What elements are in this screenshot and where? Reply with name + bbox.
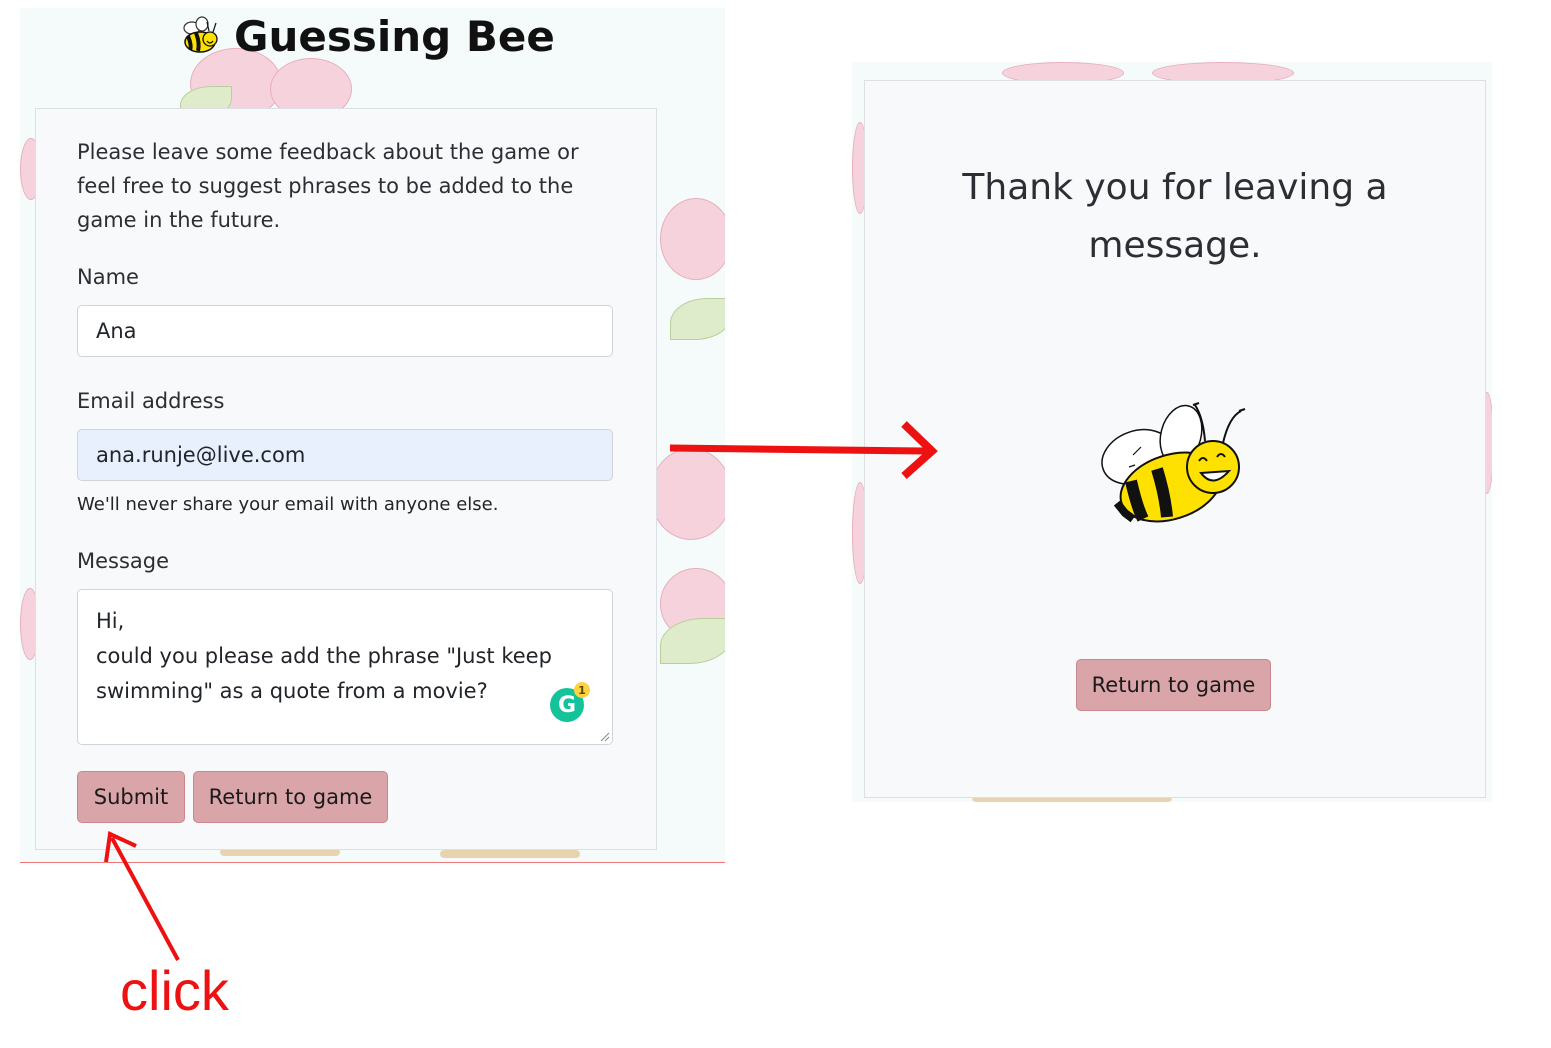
grammarly-icon[interactable]: G 1 [550,682,590,722]
name-field[interactable]: Ana [77,305,613,357]
name-field-value: Ana [96,319,137,343]
bee-icon [1101,402,1246,523]
grammarly-badge: 1 [574,682,590,698]
feedback-form-card: Please leave some feedback about the gam… [35,108,657,850]
email-field[interactable]: ana.runje@live.com [77,429,613,481]
stem-decoration [440,850,580,858]
app-title: Guessing Bee [178,10,555,62]
flower-decoration [660,198,725,280]
bee-icon [183,16,218,53]
click-annotation-label: click [120,959,229,1022]
message-label: Message [77,549,170,573]
flower-decoration [650,448,725,540]
thank-you-card: Thank you for leaving a message. Return … [864,80,1486,798]
app-title-text: Guessing Bee [234,11,555,61]
email-field-value: ana.runje@live.com [96,443,306,467]
email-help-text: We'll never share your email with anyone… [77,494,499,515]
submit-button[interactable]: Submit [77,771,185,823]
message-line: swimming" as a quote from a movie? [96,679,488,703]
name-label: Name [77,265,139,289]
return-to-game-button[interactable]: Return to game [1076,659,1271,711]
message-field[interactable]: Hi, could you please add the phrase "Jus… [77,589,613,745]
form-intro-text: Please leave some feedback about the gam… [77,140,579,232]
leaf-decoration [670,298,725,340]
message-line: could you please add the phrase "Just ke… [96,644,552,668]
thank-you-message: Thank you for leaving a message. [962,167,1388,266]
email-label: Email address [77,389,225,413]
return-to-game-button[interactable]: Return to game [193,771,388,823]
message-line: Hi, [96,609,125,633]
resize-handle-icon[interactable] [598,730,610,742]
